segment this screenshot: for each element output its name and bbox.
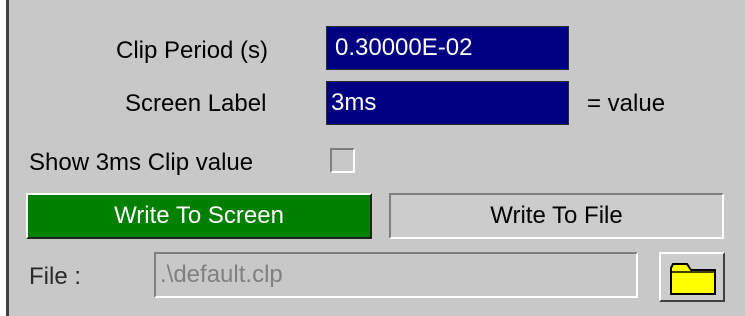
clip-panel: Clip Period (s) 0.30000E-02 Screen Label… <box>6 0 745 316</box>
show-clip-label: Show 3ms Clip value <box>29 149 254 176</box>
show-clip-checkbox[interactable] <box>330 148 355 173</box>
browse-folder-button[interactable] <box>659 252 725 302</box>
file-path-input[interactable]: .\default.clp <box>154 252 638 298</box>
write-to-screen-button[interactable]: Write To Screen <box>26 193 372 239</box>
screen-label-input[interactable]: 3ms <box>326 81 569 125</box>
folder-icon <box>670 263 716 295</box>
file-label: File : <box>29 263 82 290</box>
clip-period-label: Clip Period (s) <box>116 37 269 64</box>
value-suffix-label: = value <box>587 90 666 117</box>
write-to-file-button[interactable]: Write To File <box>389 193 724 239</box>
screen-label-label: Screen Label <box>125 90 267 117</box>
clip-period-input[interactable]: 0.30000E-02 <box>326 26 569 70</box>
